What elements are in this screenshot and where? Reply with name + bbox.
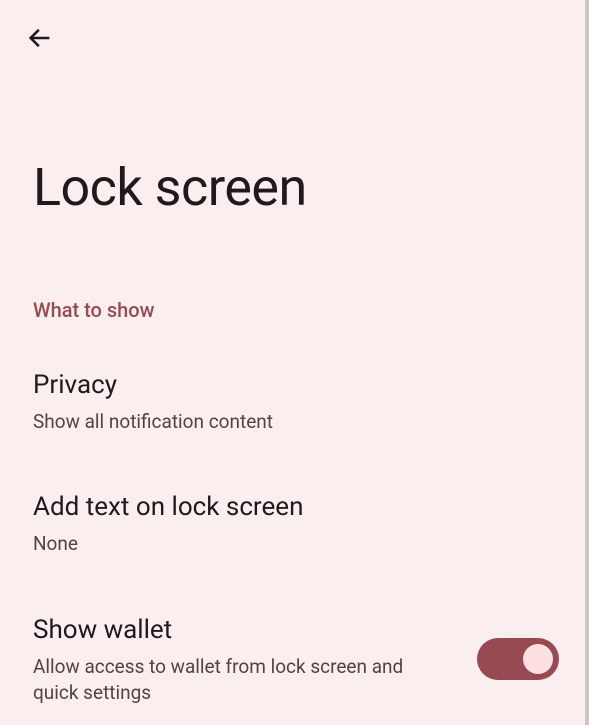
- arrow-back-icon: [26, 24, 54, 56]
- toggle-knob: [523, 644, 553, 674]
- setting-add-text-title: Add text on lock screen: [33, 491, 556, 525]
- setting-privacy-title: Privacy: [33, 369, 556, 403]
- toggle-show-wallet[interactable]: [477, 638, 559, 680]
- setting-privacy-subtitle: Show all notification content: [33, 409, 556, 436]
- setting-add-text[interactable]: Add text on lock screen None: [33, 491, 556, 557]
- scrollbar-edge: [585, 0, 589, 725]
- back-button[interactable]: [20, 20, 60, 60]
- setting-show-wallet-subtitle: Allow access to wallet from lock screen …: [33, 654, 453, 707]
- setting-add-text-subtitle: None: [33, 531, 556, 558]
- section-header-what-to-show: What to show: [33, 298, 154, 322]
- page-title: Lock screen: [33, 157, 307, 218]
- setting-privacy[interactable]: Privacy Show all notification content: [33, 369, 556, 435]
- setting-show-wallet-title: Show wallet: [33, 614, 453, 648]
